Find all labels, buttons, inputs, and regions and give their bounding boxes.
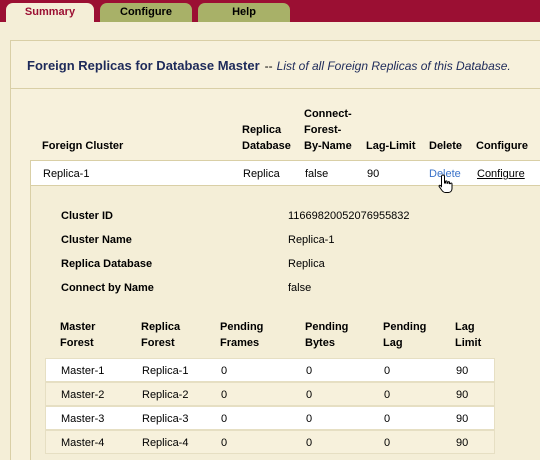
table-row[interactable]: Replica-1 Replica false 90 Delete Config…: [30, 160, 540, 186]
header-foreign-cluster: Foreign Cluster: [42, 140, 124, 152]
header-connect-line3: By-Name: [304, 140, 352, 152]
label-cluster-id: Cluster ID: [61, 210, 113, 222]
cell-lag-limit: 90: [456, 365, 469, 377]
cell-lag-limit: 90: [367, 168, 380, 180]
cell-pending-lag: 0: [384, 365, 391, 377]
cell-cluster: Replica-1: [43, 168, 90, 180]
header-replica-database-line2: Database: [242, 140, 291, 152]
page-title: Foreign Replicas for Database Master: [27, 58, 260, 73]
header-replica-forest: Replica Forest: [141, 321, 181, 349]
tab-configure[interactable]: Configure: [100, 3, 192, 22]
label-connect-by-name: Connect by Name: [61, 282, 154, 294]
cell-master-forest: Master-1: [61, 365, 105, 377]
hand-pointer-icon: [438, 174, 453, 193]
cell-replica-forest: Replica-2: [142, 389, 189, 401]
header-connect-forest-by-name: Connect- Forest- By-Name: [304, 106, 352, 154]
header-pending-frames: Pending Frames: [220, 321, 264, 349]
cell-master-forest: Master-4: [61, 437, 105, 449]
tab-bar: Summary Configure Help: [0, 0, 540, 22]
cell-pending-frames: 0: [221, 413, 228, 425]
cell-lag-limit: 90: [456, 437, 469, 449]
value-replica-database: Replica: [288, 258, 325, 270]
header-delete: Delete: [429, 140, 463, 152]
cell-lag-limit: 90: [456, 413, 469, 425]
value-cluster-id: 11669820052076955832: [288, 210, 410, 222]
header-pending-lag: Pending Lag: [383, 321, 427, 349]
title-separator: --: [264, 59, 273, 73]
header-connect-line2: Forest-: [304, 124, 342, 136]
header-replica-database-line1: Replica: [242, 124, 282, 136]
label-cluster-name: Cluster Name: [61, 234, 132, 246]
page-subtitle: List of all Foreign Replicas of this Dat…: [276, 59, 511, 73]
header-replica-database: Replica Database: [242, 122, 291, 154]
cell-pending-lag: 0: [384, 413, 391, 425]
header-divider: [11, 88, 540, 89]
header-master-forest: Master Forest: [60, 321, 96, 349]
page-header: Foreign Replicas for Database Master -- Li…: [27, 58, 511, 73]
tab-summary[interactable]: Summary: [6, 3, 94, 22]
tab-help[interactable]: Help: [198, 3, 290, 22]
header-pending-bytes: Pending Bytes: [305, 321, 349, 349]
table-row[interactable]: Master-4 Replica-4 0 0 0 90: [45, 430, 495, 454]
cell-pending-bytes: 0: [306, 437, 313, 449]
cell-master-forest: Master-3: [61, 413, 105, 425]
cell-pending-frames: 0: [221, 365, 228, 377]
cell-pending-frames: 0: [221, 437, 228, 449]
cell-pending-bytes: 0: [306, 389, 313, 401]
cell-connect-by-name: false: [305, 168, 329, 180]
cell-pending-bytes: 0: [306, 413, 313, 425]
header-connect-line1: Connect-: [304, 108, 352, 120]
configure-link[interactable]: Configure: [477, 161, 525, 187]
label-replica-database: Replica Database: [61, 258, 153, 270]
cell-pending-lag: 0: [384, 389, 391, 401]
table-row[interactable]: Master-1 Replica-1 0 0 0 90: [45, 358, 495, 382]
cell-pending-frames: 0: [221, 389, 228, 401]
cell-lag-limit: 90: [456, 389, 469, 401]
cell-master-forest: Master-2: [61, 389, 105, 401]
header-configure: Configure: [476, 140, 528, 152]
table-row[interactable]: Master-2 Replica-2 0 0 0 90: [45, 382, 495, 406]
cell-replica-forest: Replica-3: [142, 413, 189, 425]
value-connect-by-name: false: [288, 282, 312, 294]
table-row[interactable]: Master-3 Replica-3 0 0 0 90: [45, 406, 495, 430]
header-lag-limit-forest: Lag Limit: [455, 321, 482, 349]
cell-replica-forest: Replica-4: [142, 437, 189, 449]
value-cluster-name: Replica-1: [288, 234, 335, 246]
cell-database: Replica: [243, 168, 280, 180]
cell-replica-forest: Replica-1: [142, 365, 189, 377]
cell-pending-bytes: 0: [306, 365, 313, 377]
cell-pending-lag: 0: [384, 437, 391, 449]
header-lag-limit: Lag-Limit: [366, 140, 416, 152]
